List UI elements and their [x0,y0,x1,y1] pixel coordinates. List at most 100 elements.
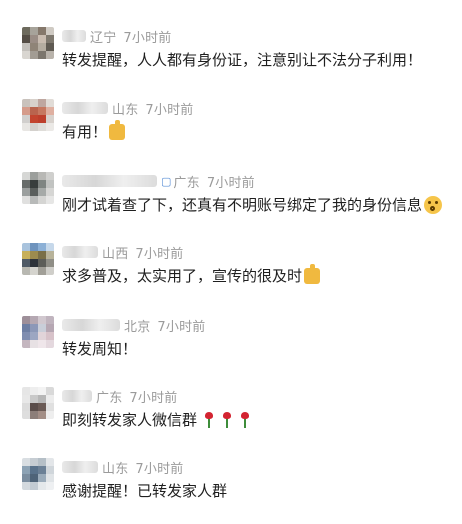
avatar-pixel [46,51,54,59]
avatar[interactable] [22,243,54,275]
avatar-pixel [38,243,46,251]
avatar-pixel [22,99,30,107]
avatar-pixel [30,474,38,482]
comment-time: 7小时前 [135,246,184,262]
avatar-pixel [30,188,38,196]
comment-text: 有用！ [62,119,126,142]
avatar-pixel [46,324,54,332]
comment-item: 山东 7小时前 感谢提醒！已转发家人群 [0,458,462,524]
avatar-pixel [30,180,38,188]
avatar-pixel [38,180,46,188]
surprised-face-icon [424,195,443,214]
avatar-pixel [30,466,38,474]
comment-meta: 山东 7小时前 [62,99,194,118]
avatar-pixel [38,395,46,403]
comment-time: 7小时前 [145,102,194,118]
avatar-pixel [38,172,46,180]
user-location: 辽宁 [90,30,117,46]
avatar-pixel [38,35,46,43]
username-blurred[interactable] [62,461,98,473]
comment-time: 7小时前 [157,319,206,335]
avatar-pixel [30,115,38,123]
avatar-pixel [38,251,46,259]
comment-item: 山东 7小时前 有用！ [0,99,462,165]
avatar-pixel [38,387,46,395]
avatar-pixel [30,43,38,51]
avatar-pixel [22,316,30,324]
avatar-pixel [22,267,30,275]
avatar-pixel [30,395,38,403]
avatar-pixel [46,196,54,204]
avatar-pixel [38,259,46,267]
avatar-pixel [22,251,30,259]
avatar-pixel [46,35,54,43]
avatar-pixel [22,243,30,251]
avatar-pixel [46,387,54,395]
avatar-pixel [22,51,30,59]
username-blurred[interactable] [62,246,98,258]
avatar-pixel [30,482,38,490]
avatar-pixel [46,403,54,411]
avatar-pixel [46,340,54,348]
avatar-pixel [22,387,30,395]
username-blurred[interactable] [62,319,120,331]
avatar-pixel [30,259,38,267]
avatar[interactable] [22,172,54,204]
avatar-pixel [46,99,54,107]
comment-text: 刚才试着查了下，还真有不明账号绑定了我的身份信息 [62,194,443,215]
avatar-pixel [30,123,38,131]
avatar-pixel [38,474,46,482]
user-location: 北京 [124,319,151,335]
username-blurred[interactable] [62,390,92,402]
avatar[interactable] [22,458,54,490]
avatar-pixel [30,411,38,419]
avatar-pixel [38,188,46,196]
rose-icon [239,411,251,428]
avatar[interactable] [22,316,54,348]
avatar-pixel [46,115,54,123]
avatar-pixel [30,403,38,411]
avatar-pixel [38,123,46,131]
username-blurred[interactable] [62,102,108,114]
comment-meta: 北京 7小时前 [62,316,206,335]
avatar-pixel [30,324,38,332]
comment-item: 辽宁 7小时前 转发提醒，人人都有身份证，注意别让不法分子利用！ [0,27,462,93]
avatar-pixel [22,482,30,490]
comment-meta: 山西 7小时前 [62,243,184,262]
avatar-pixel [38,466,46,474]
avatar-pixel [38,99,46,107]
user-location: 山东 [112,102,139,118]
avatar-pixel [46,172,54,180]
avatar-pixel [46,180,54,188]
avatar-pixel [30,99,38,107]
avatar-pixel [38,411,46,419]
avatar-pixel [22,27,30,35]
avatar-pixel [22,180,30,188]
avatar-pixel [30,27,38,35]
username-blurred[interactable] [62,175,157,187]
comment-time: 7小时前 [206,175,255,191]
avatar-pixel [38,43,46,51]
avatar-pixel [22,123,30,131]
comment-time: 7小时前 [123,30,172,46]
comment-item: ▢ 广东 7小时前 刚才试着查了下，还真有不明账号绑定了我的身份信息 [0,172,462,238]
avatar-pixel [22,196,30,204]
username-blurred[interactable] [62,30,86,42]
avatar-pixel [22,411,30,419]
user-location: 山东 [102,461,129,477]
avatar-pixel [38,403,46,411]
avatar-pixel [22,172,30,180]
avatar[interactable] [22,99,54,131]
avatar[interactable] [22,27,54,59]
avatar[interactable] [22,387,54,419]
avatar-pixel [38,27,46,35]
avatar-pixel [38,267,46,275]
avatar-pixel [30,35,38,43]
avatar-pixel [22,43,30,51]
comment-text: 即刻转发家人微信群 [62,409,255,430]
avatar-pixel [46,395,54,403]
user-location: 广东 [96,390,123,406]
avatar-pixel [30,243,38,251]
avatar-pixel [30,316,38,324]
avatar-pixel [22,324,30,332]
